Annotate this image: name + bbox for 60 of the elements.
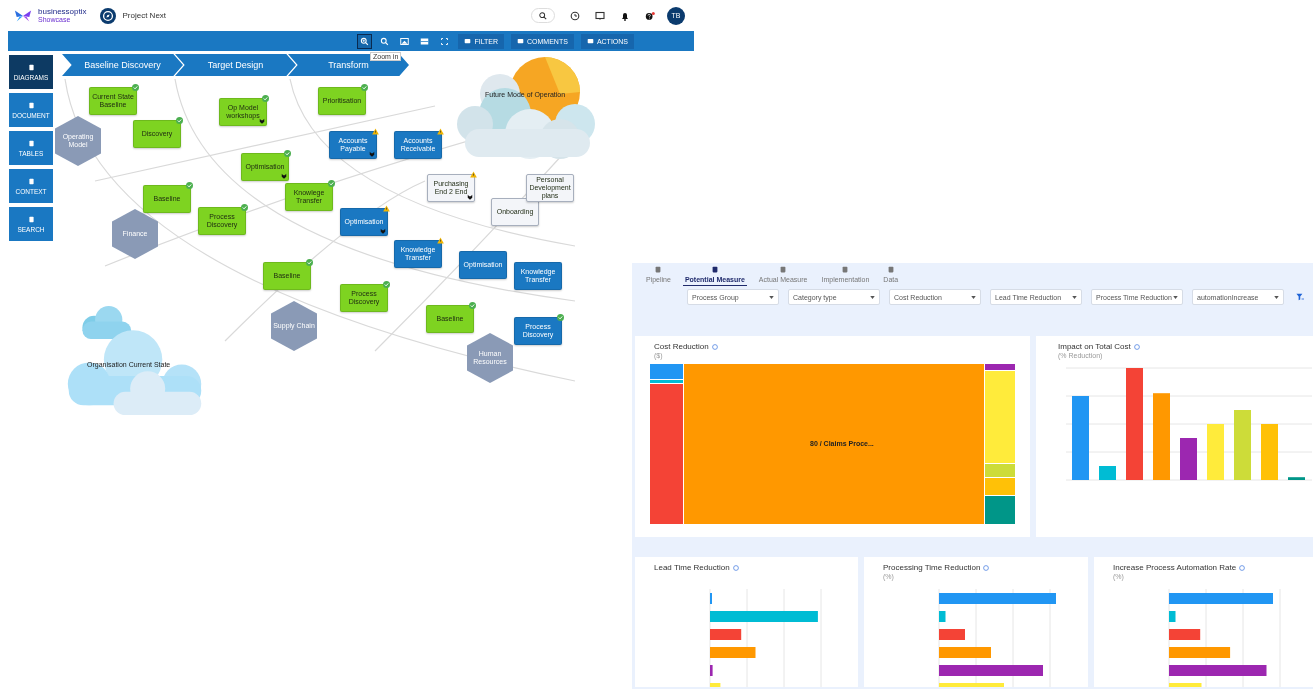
chart-bar [1169, 629, 1201, 640]
caret-icon [769, 295, 774, 299]
caret-icon [870, 295, 875, 299]
chart-title: Lead Time Reduction [654, 563, 730, 572]
filter-icon[interactable] [1296, 293, 1304, 301]
chart-bar [939, 683, 1004, 687]
bell-icon[interactable] [620, 10, 630, 21]
butterfly-logo-icon [14, 8, 32, 23]
compass-icon[interactable] [100, 7, 117, 24]
chart-bar [710, 665, 713, 676]
project-title: Project Next [122, 11, 167, 20]
treemap-tile [985, 496, 1015, 524]
brand-name: businessoptix [38, 8, 87, 16]
panel-icon [586, 37, 594, 45]
chart-bar [710, 683, 721, 687]
help-icon[interactable] [645, 10, 655, 21]
chart-title: Impact on Total Cost [1058, 342, 1131, 351]
page-icon [27, 101, 35, 109]
search-icon [539, 11, 547, 20]
treemap-tile [650, 364, 683, 379]
chart-title: Increase Process Automation Rate [1113, 563, 1237, 572]
zoom-in-icon[interactable] [358, 34, 372, 48]
tab-icon [841, 266, 850, 274]
chart-bar [1234, 410, 1251, 480]
phase-chevron: Target Design [175, 54, 296, 76]
caret-icon [1072, 295, 1077, 299]
page-icon [27, 63, 35, 71]
history-icon[interactable] [570, 10, 580, 21]
phase-chevron: Baseline Discovery [62, 54, 183, 76]
chart-bar [1169, 611, 1176, 622]
chart-bar [710, 647, 756, 658]
tab-icon [710, 266, 719, 274]
chart-bar [1207, 424, 1224, 480]
caret-icon [1274, 295, 1279, 299]
search-button[interactable] [531, 8, 555, 23]
treemap-tile [985, 478, 1015, 495]
chart-bar [939, 629, 965, 640]
chat-icon[interactable] [595, 10, 605, 21]
page-icon [27, 215, 35, 223]
page-icon [27, 177, 35, 185]
chart-title: Cost Reduction [654, 342, 709, 351]
tab-icon [886, 266, 895, 274]
chart-bar [1169, 647, 1231, 658]
caret-icon [1173, 295, 1178, 299]
tab-icon [654, 266, 663, 274]
chart-bar [1099, 466, 1116, 480]
tab-icon [779, 266, 788, 274]
panel-icon [517, 37, 525, 45]
chart-bar [939, 647, 991, 658]
chart-bar [1169, 683, 1202, 687]
chart-bar [710, 629, 742, 640]
panel-icon [464, 37, 472, 45]
chart-bar [1261, 424, 1278, 480]
chart-title: Processing Time Reduction [883, 563, 981, 572]
page-icon [27, 139, 35, 147]
chart-bar [939, 611, 946, 622]
treemap-tile [985, 464, 1015, 477]
chart-bar [1180, 438, 1197, 480]
caret-icon [971, 295, 976, 299]
chart-bar [1288, 477, 1305, 480]
